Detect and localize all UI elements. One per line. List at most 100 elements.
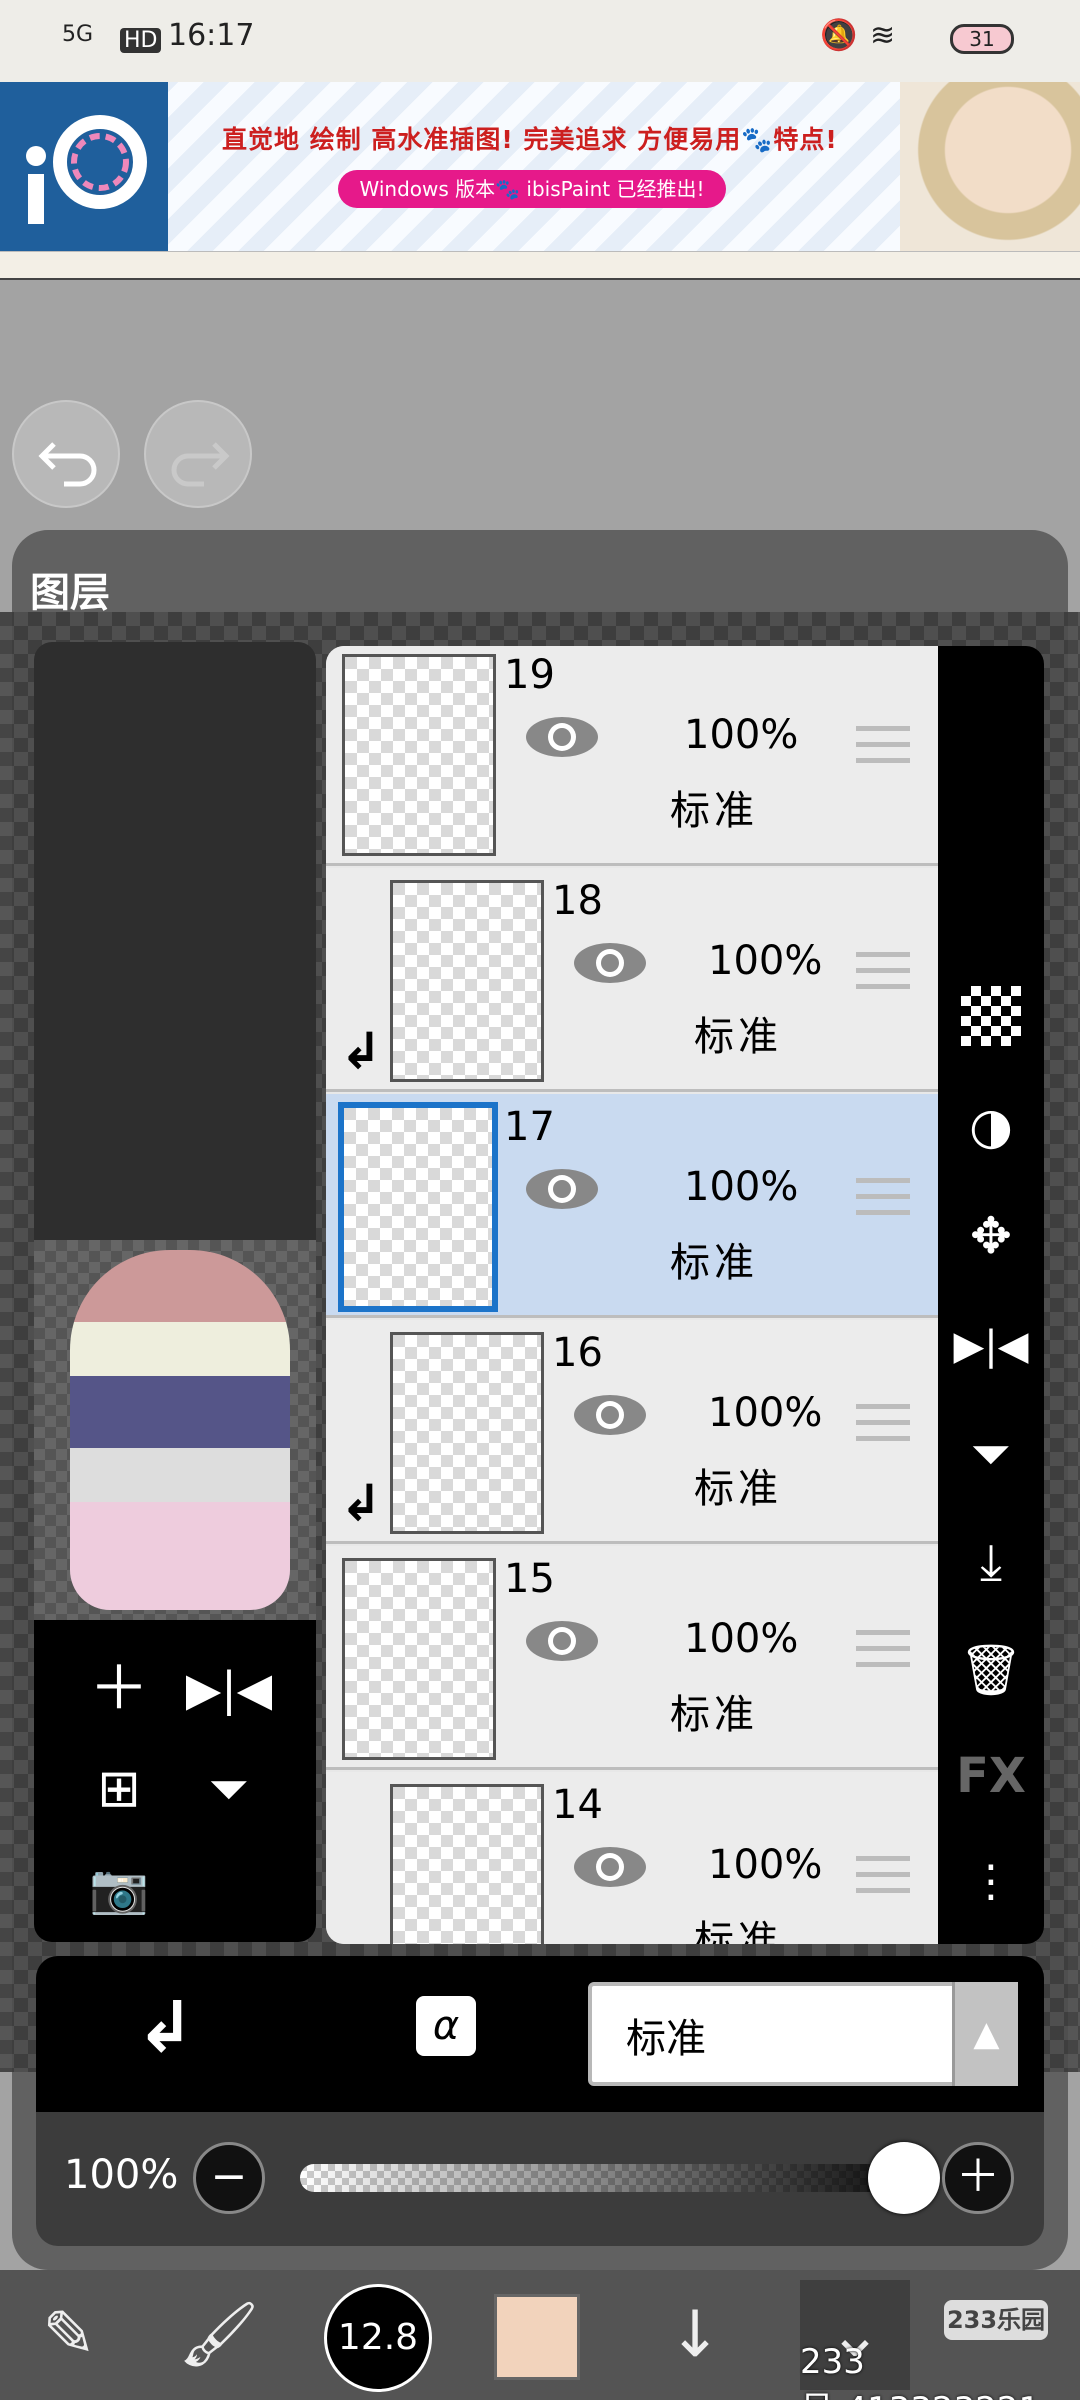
- layer-blend-mode: 标准: [670, 1692, 758, 1738]
- eye-icon[interactable]: [570, 1390, 650, 1440]
- ad-headline: 直觉地 绘制 高水准插图! 完美追求 方便易用🐾特点!: [222, 125, 838, 154]
- flip-vertical-button[interactable]: ⏷: [184, 1744, 274, 1834]
- watermark-text: 233号:413323221: [800, 2342, 1040, 2400]
- drag-handle-icon[interactable]: [856, 1630, 910, 1678]
- tool-select-icon: ✎: [42, 2298, 96, 2372]
- drag-handle-icon[interactable]: [856, 726, 910, 774]
- minus-icon: −: [210, 2151, 248, 2202]
- color-swatch-button[interactable]: [494, 2294, 580, 2380]
- eye-icon[interactable]: [570, 938, 650, 988]
- layer-row-19[interactable]: 19 100% 标准: [326, 646, 938, 866]
- layer-number: 15: [504, 1556, 555, 1602]
- layer-row-17[interactable]: 17 100% 标准: [326, 1094, 938, 1318]
- preview-figure-image: [70, 1250, 290, 1610]
- opacity-value: 100%: [64, 2152, 179, 2198]
- layer-thumbnail: [390, 880, 544, 1082]
- fx-button[interactable]: FX: [938, 1736, 1044, 1816]
- clip-icon[interactable]: ↲: [136, 1986, 195, 2068]
- flip-horizontal-button[interactable]: ▶|◀: [184, 1644, 274, 1734]
- blend-mode-value: 标准: [626, 2016, 706, 2062]
- camera-button[interactable]: 📷: [74, 1844, 164, 1934]
- layer-thumbnail: [338, 1102, 498, 1312]
- delete-layer-button[interactable]: 🗑: [938, 1630, 1044, 1710]
- opacity-slider-knob[interactable]: [868, 2142, 940, 2214]
- opacity-slider[interactable]: [300, 2164, 940, 2192]
- layer-down-button[interactable]: ↓: [640, 2280, 750, 2390]
- layer-thumbnail: [390, 1784, 544, 1944]
- eye-icon[interactable]: [522, 1164, 602, 1214]
- layer-thumbnail: [390, 1332, 544, 1534]
- move-icon: ✥: [970, 1207, 1012, 1265]
- layer-list[interactable]: 19 100% 标准 ↲ 18 100% 标准 17 100% 标准 ↲ 16 …: [326, 646, 938, 1944]
- drag-handle-icon[interactable]: [856, 1856, 910, 1904]
- wifi-icon: ≋: [870, 18, 896, 53]
- layer-opacity: 100%: [708, 1842, 823, 1888]
- layer-row-14[interactable]: 14 100% 标准: [326, 1772, 938, 1944]
- layer-opacity: 100%: [708, 938, 823, 984]
- more-button[interactable]: ⋮: [938, 1842, 1044, 1922]
- dropdown-icon[interactable]: ▲: [952, 1982, 1018, 2086]
- move-button[interactable]: ✥: [938, 1196, 1044, 1276]
- redo-icon: [171, 442, 230, 487]
- arrow-down-icon: ↓: [668, 2298, 722, 2372]
- layer-number: 18: [552, 878, 603, 924]
- clip-arrow-icon: ↲: [340, 1474, 382, 1532]
- duplicate-layer-button[interactable]: ⊞: [74, 1744, 164, 1834]
- add-layer-icon: ＋: [89, 1654, 149, 1724]
- brush-icon: 🖌: [178, 2298, 260, 2372]
- layer-row-18[interactable]: ↲ 18 100% 标准: [326, 868, 938, 1092]
- layer-number: 14: [552, 1782, 603, 1828]
- drag-handle-icon[interactable]: [856, 1404, 910, 1452]
- layer-row-15[interactable]: 15 100% 标准: [326, 1546, 938, 1770]
- panel-title: 图层: [30, 570, 110, 616]
- transparency-icon: [961, 986, 1021, 1046]
- more-icon: ⋮: [969, 1856, 1013, 1907]
- invert-button[interactable]: ◑: [938, 1086, 1044, 1166]
- brush-size-button[interactable]: 12.8: [324, 2284, 432, 2392]
- merge-down-icon: ⤓: [979, 1533, 1003, 1591]
- redo-button[interactable]: [144, 400, 252, 508]
- layer-opacity: 100%: [684, 1164, 799, 1210]
- brush-button[interactable]: 🖌: [164, 2280, 274, 2390]
- flip-vertical-layer-button[interactable]: ⏷: [938, 1414, 1044, 1494]
- drag-handle-icon[interactable]: [856, 1178, 910, 1226]
- layer-number: 16: [552, 1330, 603, 1376]
- lock-alpha-icon[interactable]: α: [416, 1996, 476, 2056]
- layer-thumbnail: [342, 1558, 496, 1760]
- flip-vertical-icon: ⏷: [971, 1425, 1011, 1483]
- undo-icon: [38, 442, 97, 487]
- layer-right-toolbar: ◑ ✥ ▶|◀ ⏷ ⤓ 🗑 FX ⋮: [938, 646, 1044, 1944]
- eye-icon[interactable]: [522, 1616, 602, 1666]
- flip-horizontal-layer-button[interactable]: ▶|◀: [938, 1306, 1044, 1386]
- duplicate-layer-icon: ⊞: [97, 1759, 141, 1819]
- layer-thumbnail: [342, 654, 496, 856]
- layer-blend-mode: 标准: [694, 1466, 782, 1512]
- undo-button[interactable]: [12, 400, 120, 508]
- layer-opacity: 100%: [684, 1616, 799, 1662]
- flip-horizontal-icon: ▶|◀: [953, 1323, 1029, 1369]
- eye-icon[interactable]: [570, 1842, 650, 1892]
- hd-badge: HD: [120, 28, 162, 53]
- layer-blend-mode: 标准: [670, 1240, 758, 1286]
- drag-handle-icon[interactable]: [856, 952, 910, 1000]
- invert-icon: ◑: [969, 1097, 1013, 1155]
- clip-arrow-icon: ↲: [340, 1022, 382, 1080]
- ad-divider: [0, 252, 1080, 280]
- status-time: 16:17: [168, 18, 255, 53]
- layer-number: 19: [504, 652, 555, 698]
- eye-icon[interactable]: [522, 712, 602, 762]
- ad-banner[interactable]: 直觉地 绘制 高水准插图! 完美追求 方便易用🐾特点! Windows 版本🐾 …: [0, 82, 1080, 252]
- merge-down-button[interactable]: ⤓: [938, 1522, 1044, 1602]
- layer-opacity: 100%: [708, 1390, 823, 1436]
- layer-row-16[interactable]: ↲ 16 100% 标准: [326, 1320, 938, 1544]
- ad-pill[interactable]: Windows 版本🐾 ibisPaint 已经推出!: [338, 170, 726, 208]
- layer-blend-mode: 标准: [694, 1014, 782, 1060]
- opacity-decrease-button[interactable]: −: [193, 2142, 265, 2214]
- add-layer-button[interactable]: ＋: [74, 1644, 164, 1734]
- flip-vertical-icon: ⏷: [209, 1760, 249, 1818]
- transparency-button[interactable]: [938, 976, 1044, 1056]
- camera-icon: 📷: [89, 1861, 149, 1917]
- opacity-increase-button[interactable]: ＋: [942, 2142, 1014, 2214]
- network-label: 5G: [62, 22, 94, 47]
- tool-select-button[interactable]: ✎: [14, 2280, 124, 2390]
